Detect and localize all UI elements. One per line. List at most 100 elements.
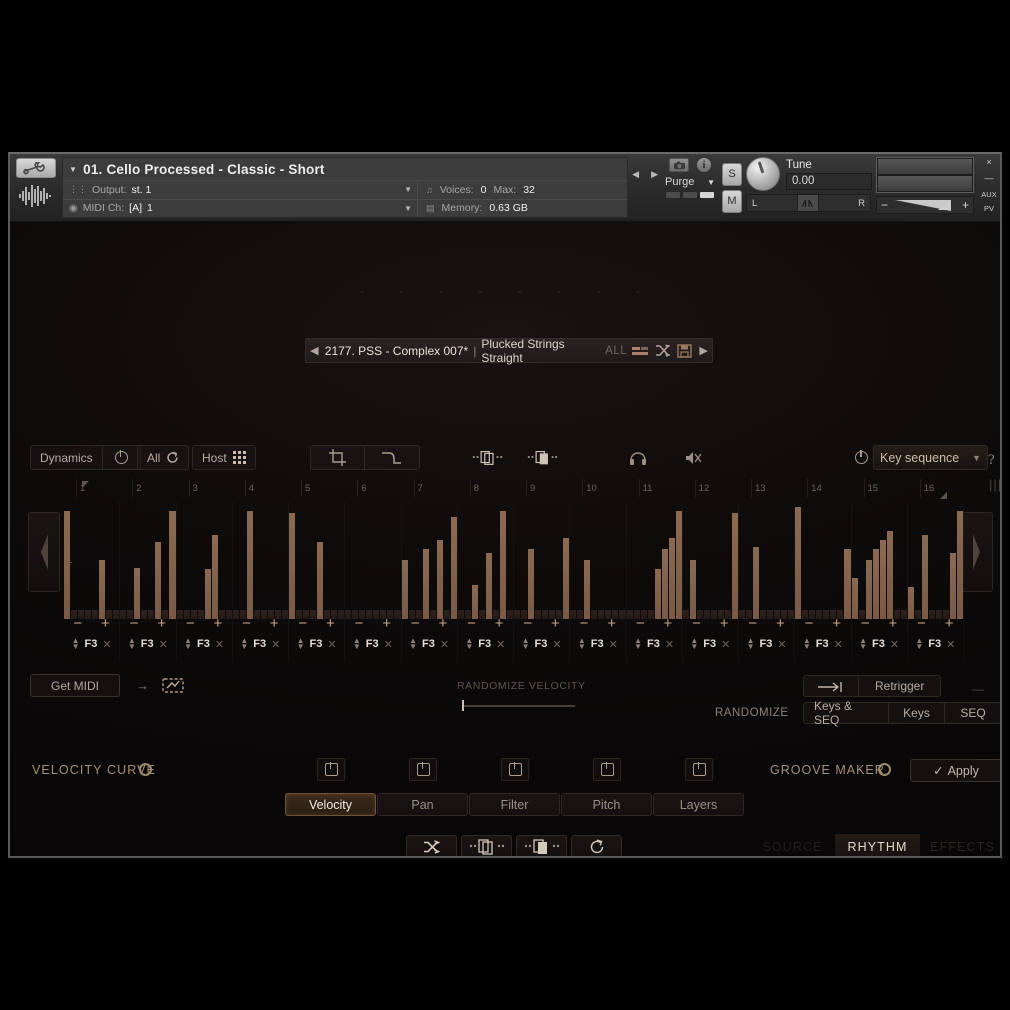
step-note-spinner[interactable]: ▲ ▼ xyxy=(297,636,305,650)
step-mute-icon[interactable]: ✕ xyxy=(609,638,618,651)
velocity-power-cell-4[interactable] xyxy=(593,758,621,781)
step-minus-button[interactable]: − xyxy=(917,615,926,632)
step-plus-button[interactable]: + xyxy=(101,615,110,632)
dynamics-power-button[interactable] xyxy=(103,446,140,469)
sequencer-step[interactable]: − + ▲ ▼ F3 ✕ xyxy=(64,502,120,662)
velocity-bar[interactable] xyxy=(668,537,675,619)
sequencer-step[interactable]: − + ▲ ▼ F3 ✕ xyxy=(851,502,908,662)
groove-maker-gear-icon[interactable] xyxy=(878,763,891,776)
step-minus-button[interactable]: − xyxy=(298,615,307,632)
step-mute-icon[interactable]: ✕ xyxy=(721,638,730,651)
velocity-bar[interactable] xyxy=(99,560,106,619)
step-note-label[interactable]: F3 xyxy=(253,638,266,650)
velocity-bar[interactable] xyxy=(155,542,162,619)
velocity-bar[interactable] xyxy=(317,542,324,619)
step-note-spinner[interactable]: ▲ ▼ xyxy=(184,636,192,650)
step-minus-button[interactable]: − xyxy=(748,615,757,632)
step-note-label[interactable]: F3 xyxy=(366,638,379,650)
velocity-bar[interactable] xyxy=(795,507,802,619)
sequencer-step[interactable]: − + ▲ ▼ F3 ✕ xyxy=(570,502,626,662)
preset-all-filter[interactable]: ALL xyxy=(605,345,627,357)
step-note-label[interactable]: F3 xyxy=(141,638,154,650)
velocity-bar[interactable] xyxy=(289,512,296,619)
sequencer-step[interactable]: − + ▲ ▼ F3 ✕ xyxy=(457,502,514,662)
curve-icon[interactable] xyxy=(365,446,419,469)
step-plus-button[interactable]: + xyxy=(157,615,166,632)
velocity-bar[interactable] xyxy=(654,569,661,619)
velocity-bar[interactable] xyxy=(661,548,668,619)
sequencer-step[interactable]: − + ▲ ▼ F3 ✕ xyxy=(795,502,851,662)
sequencer-step[interactable]: − + ▲ ▼ F3 ✕ xyxy=(907,502,964,662)
step-note-spinner[interactable]: ▲ ▼ xyxy=(409,636,417,650)
header-next-icon[interactable]: ▶ xyxy=(651,169,658,180)
sequencer-step[interactable]: − + ▲ ▼ F3 ✕ xyxy=(289,502,345,662)
solo-button[interactable]: S xyxy=(722,162,742,186)
velocity-bar[interactable] xyxy=(436,539,443,619)
step-note-label[interactable]: F3 xyxy=(197,638,210,650)
randomize-velocity-handle[interactable] xyxy=(462,700,464,711)
output-caret-icon[interactable]: ▼ xyxy=(404,185,412,194)
key-sequence-power-icon[interactable] xyxy=(855,450,868,464)
step-velocity-bars[interactable] xyxy=(626,504,682,619)
velocity-bar[interactable] xyxy=(956,510,963,619)
velocity-bar[interactable] xyxy=(675,510,682,619)
step-minus-button[interactable]: − xyxy=(692,615,701,632)
host-button[interactable]: Host xyxy=(193,446,255,469)
midi-caret-icon[interactable]: ▼ xyxy=(404,204,412,213)
step-note-label[interactable]: F3 xyxy=(535,638,548,650)
pv-button[interactable]: PV xyxy=(984,205,994,213)
velocity-bar[interactable] xyxy=(753,546,760,619)
step-plus-button[interactable]: + xyxy=(382,615,391,632)
velocity-bar[interactable] xyxy=(64,510,71,619)
step-minus-button[interactable]: − xyxy=(186,615,195,632)
velocity-bar[interactable] xyxy=(422,548,429,619)
step-plus-button[interactable]: + xyxy=(720,615,729,632)
sequencer-scroll-right[interactable] xyxy=(961,512,993,592)
velocity-bar[interactable] xyxy=(949,553,956,619)
step-minus-button[interactable]: − xyxy=(73,615,82,632)
midi-channel-selector[interactable]: ◉ MIDI Ch: [A] 1 ▼ xyxy=(63,199,418,217)
velocity-bar[interactable] xyxy=(211,535,218,619)
apply-button[interactable]: ✓ Apply xyxy=(910,759,1000,782)
step-mute-icon[interactable]: ✕ xyxy=(271,638,280,651)
info-icon[interactable]: i xyxy=(697,158,711,172)
step-mute-icon[interactable]: ✕ xyxy=(834,638,843,651)
close-icon[interactable]: × xyxy=(986,158,991,167)
save-icon[interactable] xyxy=(676,342,693,360)
step-minus-button[interactable]: − xyxy=(355,615,364,632)
shuffle-icon[interactable] xyxy=(654,342,671,360)
purge-selector[interactable]: Purge ▼ xyxy=(663,174,717,190)
sequencer-step[interactable]: − + ▲ ▼ F3 ✕ xyxy=(626,502,683,662)
step-note-label[interactable]: F3 xyxy=(816,638,829,650)
tab-layers[interactable]: Layers xyxy=(653,793,744,816)
step-note-label[interactable]: F3 xyxy=(872,638,885,650)
velocity-bar[interactable] xyxy=(499,510,506,619)
step-plus-button[interactable]: + xyxy=(889,615,898,632)
step-minus-button[interactable]: − xyxy=(411,615,420,632)
step-note-spinner[interactable]: ▲ ▼ xyxy=(690,636,698,650)
step-note-spinner[interactable]: ▲ ▼ xyxy=(578,636,586,650)
velocity-bar[interactable] xyxy=(485,553,492,619)
sequencer-step[interactable]: − + ▲ ▼ F3 ✕ xyxy=(232,502,289,662)
velocity-bar[interactable] xyxy=(851,578,858,619)
snapshot-camera-icon[interactable] xyxy=(669,158,689,172)
step-note-spinner[interactable]: ▲ ▼ xyxy=(859,636,867,650)
velocity-bar[interactable] xyxy=(921,535,928,619)
sequencer-step[interactable]: − + ▲ ▼ F3 ✕ xyxy=(345,502,401,662)
tab-velocity[interactable]: Velocity xyxy=(285,793,376,816)
step-note-spinner[interactable]: ▲ ▼ xyxy=(634,636,642,650)
sequencer-step[interactable]: − + ▲ ▼ F3 ✕ xyxy=(120,502,176,662)
dynamics-button[interactable]: Dynamics xyxy=(31,446,103,469)
velocity-bar[interactable] xyxy=(844,548,851,619)
sequencer-step[interactable]: − + ▲ ▼ F3 ✕ xyxy=(176,502,233,662)
velocity-bar[interactable] xyxy=(401,560,408,619)
step-mute-icon[interactable]: ✕ xyxy=(215,638,224,651)
step-velocity-bars[interactable] xyxy=(739,504,795,619)
paste-dots-icon[interactable] xyxy=(515,445,570,470)
preset-prev-icon[interactable]: ◀ xyxy=(309,344,320,357)
step-note-label[interactable]: F3 xyxy=(647,638,660,650)
step-note-label[interactable]: F3 xyxy=(928,638,941,650)
velocity-power-cell-3[interactable] xyxy=(501,758,529,781)
velocity-bar[interactable] xyxy=(204,569,211,619)
step-plus-button[interactable]: + xyxy=(214,615,223,632)
